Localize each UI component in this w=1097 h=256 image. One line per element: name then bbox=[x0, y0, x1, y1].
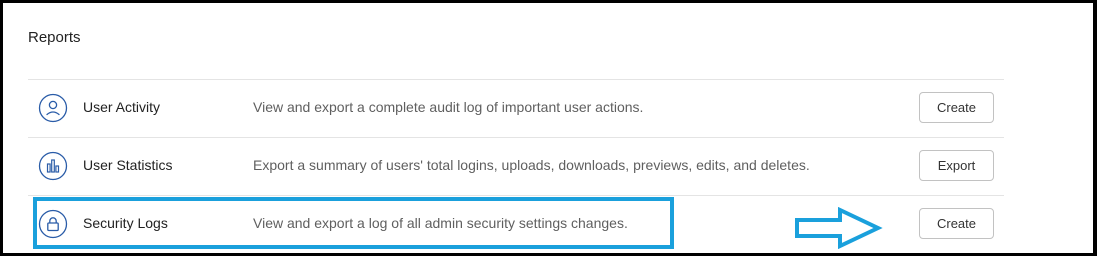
arrow-right-icon bbox=[795, 207, 883, 249]
create-user-activity-button[interactable]: Create bbox=[919, 92, 994, 123]
section-title: Reports bbox=[28, 29, 81, 46]
report-row-user-statistics: User Statistics Export a summary of user… bbox=[28, 137, 1004, 195]
bar-chart-icon bbox=[38, 151, 68, 181]
report-description: View and export a complete audit log of … bbox=[253, 99, 644, 115]
lock-icon bbox=[38, 209, 68, 239]
report-name: Security Logs bbox=[83, 215, 168, 231]
report-description: Export a summary of users' total logins,… bbox=[253, 157, 810, 173]
create-security-logs-button[interactable]: Create bbox=[919, 208, 994, 239]
report-name: User Statistics bbox=[83, 157, 173, 173]
report-description: View and export a log of all admin secur… bbox=[253, 215, 628, 231]
export-user-statistics-button[interactable]: Export bbox=[919, 150, 994, 181]
report-row-user-activity: User Activity View and export a complete… bbox=[28, 79, 1004, 137]
user-icon bbox=[38, 93, 68, 123]
report-name: User Activity bbox=[83, 99, 161, 115]
